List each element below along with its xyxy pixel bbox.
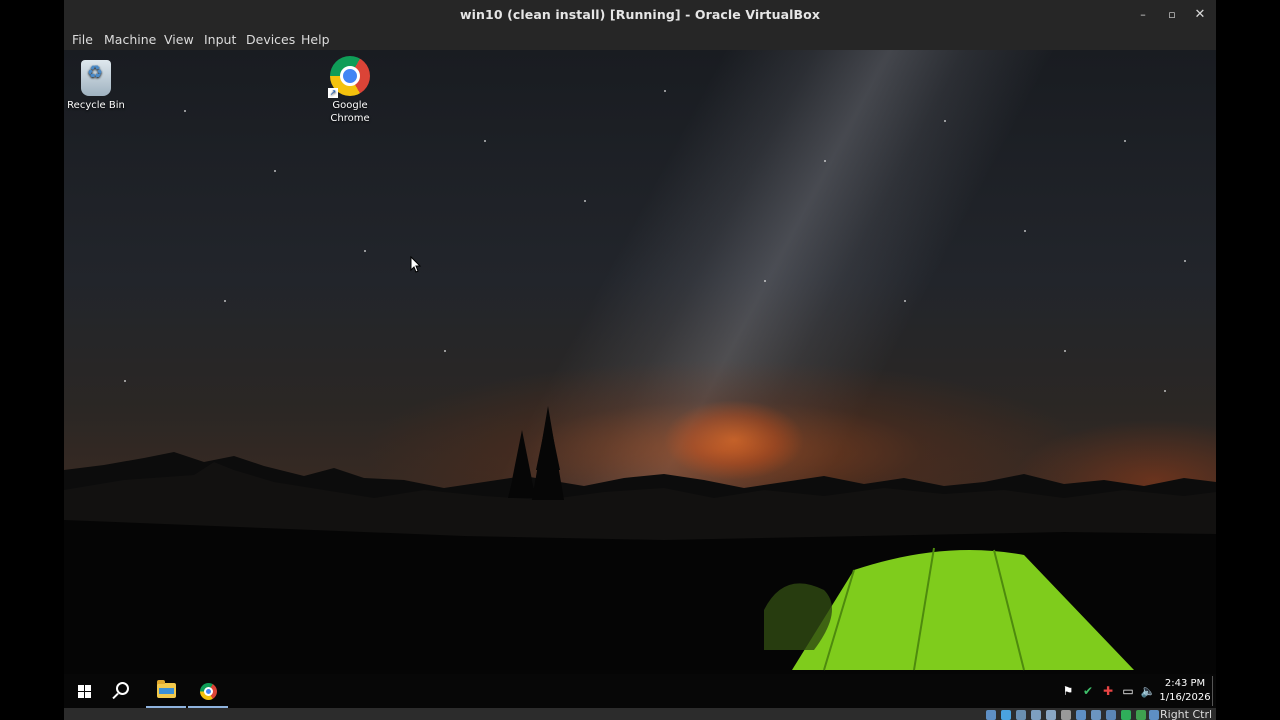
file-explorer-icon: [157, 680, 176, 698]
clock-time: 2:43 PM: [1164, 678, 1206, 689]
network-icon[interactable]: ▭: [1118, 674, 1138, 708]
chrome-icon: [200, 683, 217, 700]
maximize-button[interactable]: ▫: [1163, 6, 1181, 24]
security-icon[interactable]: ✚: [1098, 674, 1118, 708]
wallpaper-landscape: [64, 406, 1216, 708]
menu-file[interactable]: File: [72, 32, 93, 47]
network-adapter-icon[interactable]: [1031, 710, 1041, 720]
recycle-bin-icon: [81, 60, 111, 96]
menu-help[interactable]: Help: [301, 32, 330, 47]
cpu-icon[interactable]: [1106, 710, 1116, 720]
volume-icon[interactable]: 🔈: [1138, 674, 1158, 708]
virtualbox-window: win10 (clean install) [Running] - Oracle…: [64, 0, 1216, 720]
minimize-button[interactable]: –: [1134, 6, 1152, 24]
chrome-icon: ↗: [328, 56, 370, 98]
menu-devices[interactable]: Devices: [246, 32, 295, 47]
show-desktop-button[interactable]: [1212, 676, 1213, 706]
window-title: win10 (clean install) [Running] - Oracle…: [459, 7, 820, 22]
optical-drive-icon[interactable]: [1001, 710, 1011, 720]
menu-input[interactable]: Input: [204, 32, 236, 47]
shared-folders-icon[interactable]: [1061, 710, 1071, 720]
mouse-pointer-icon: [410, 256, 422, 273]
audio-icon[interactable]: [1016, 710, 1026, 720]
hard-disk-icon[interactable]: [986, 710, 996, 720]
desktop-icon-label: Recycle Bin: [67, 100, 125, 111]
menu-bar: File Machine View Input Devices Help: [64, 30, 1216, 50]
guest-desktop[interactable]: Recycle Bin ↗ Google Chrome: [64, 50, 1216, 708]
shortcut-arrow-icon: ↗: [328, 88, 338, 98]
display-icon[interactable]: [1076, 710, 1086, 720]
video-capture-icon[interactable]: [1091, 710, 1101, 720]
app-tray-icon[interactable]: ⚑: [1058, 674, 1078, 708]
vpn-icon[interactable]: ✔: [1078, 674, 1098, 708]
menu-view[interactable]: View: [164, 32, 194, 47]
keyboard-icon[interactable]: [1149, 710, 1159, 720]
windows-start-icon: [78, 685, 92, 698]
desktop-icon-label: Google Chrome: [330, 100, 370, 124]
search-icon: [116, 682, 129, 695]
vm-status-bar: Right Ctrl: [64, 708, 1216, 720]
clock-date: 1/16/2026: [1159, 692, 1211, 703]
taskbar-clock[interactable]: 2:43 PM 1/16/2026: [1156, 677, 1214, 705]
start-button[interactable]: [64, 674, 104, 708]
menu-machine[interactable]: Machine: [104, 32, 156, 47]
file-explorer-button[interactable]: [146, 674, 186, 708]
close-button[interactable]: ✕: [1191, 6, 1209, 24]
desktop-icon-google-chrome[interactable]: ↗ Google Chrome: [319, 56, 381, 125]
search-button[interactable]: [104, 674, 144, 708]
usb-icon[interactable]: [1046, 710, 1056, 720]
windows-taskbar: ⚑ ✔ ✚ ▭ 🔈 2:43 PM 1/16/2026: [64, 674, 1216, 708]
chrome-taskbar-button[interactable]: [188, 674, 228, 708]
mouse-integration-icon[interactable]: [1136, 710, 1146, 720]
desktop-icon-recycle-bin[interactable]: Recycle Bin: [65, 56, 127, 112]
guest-additions-icon[interactable]: [1121, 710, 1131, 720]
title-bar[interactable]: win10 (clean install) [Running] - Oracle…: [64, 0, 1216, 30]
host-key-label: Right Ctrl: [1160, 708, 1213, 720]
